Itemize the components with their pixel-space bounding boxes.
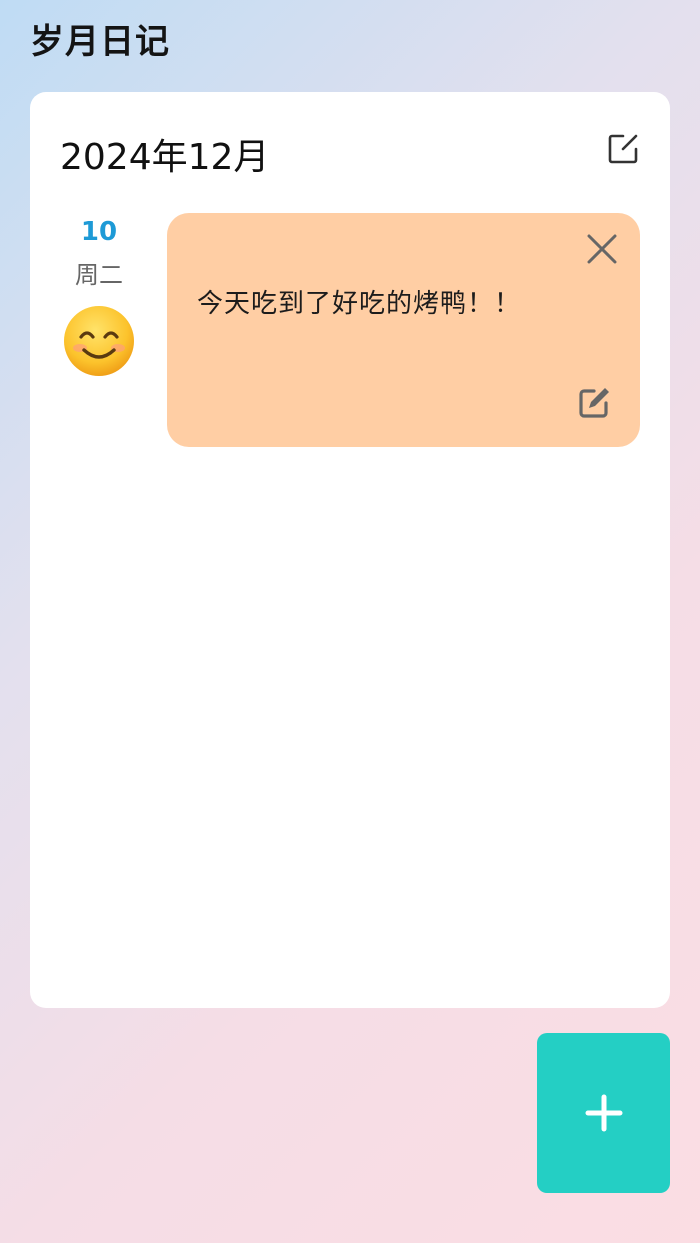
day-number: 10 [80, 217, 118, 247]
close-icon[interactable] [586, 233, 618, 265]
pencil-square-icon[interactable] [578, 385, 612, 419]
plus-icon [585, 1094, 622, 1132]
smiling-face-emoji-icon [64, 306, 134, 376]
weekday-label: 周二 [75, 261, 123, 289]
diary-note[interactable]: 今天吃到了好吃的烤鸭！！ [167, 213, 640, 447]
diary-card: 2024年12月 10 周二 今天吃到了好吃的烤鸭！！ [30, 92, 670, 1008]
note-text: 今天吃到了好吃的烤鸭！！ [197, 289, 522, 319]
edit-square-icon[interactable] [606, 132, 640, 166]
month-title: 2024年12月 [60, 137, 270, 178]
app-title: 岁月日记 [30, 22, 170, 62]
add-entry-button[interactable] [537, 1033, 670, 1193]
entry-date: 10 周二 [60, 216, 138, 378]
